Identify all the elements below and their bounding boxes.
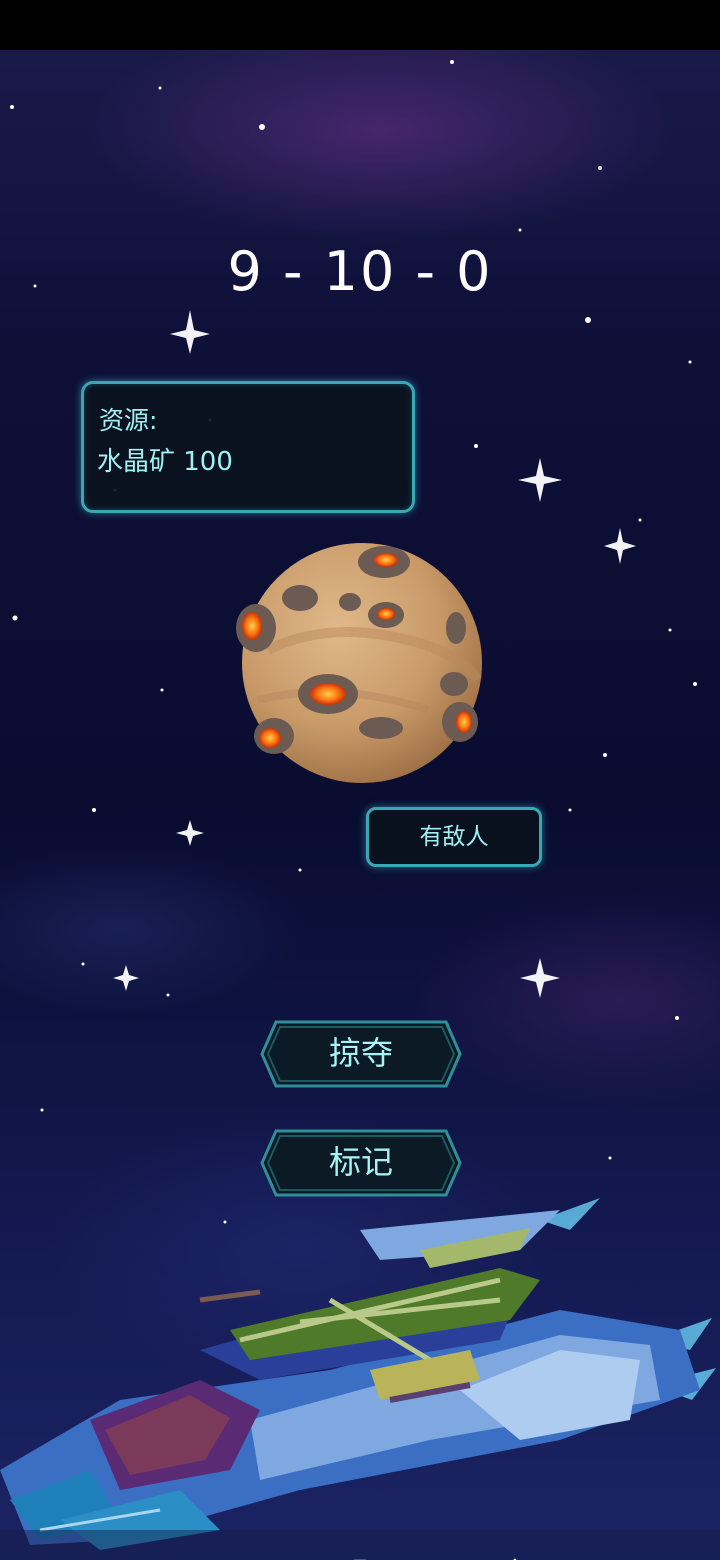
system-navigation-bar <box>0 1530 720 1560</box>
score-display: 9 - 10 - 0 <box>227 240 493 303</box>
home-icon[interactable] <box>340 1550 380 1560</box>
spaceship-icon <box>0 1198 716 1550</box>
cratered-planet-icon[interactable] <box>228 540 493 790</box>
resource-title: 资源: <box>99 406 158 435</box>
mark-label: 标记 <box>328 1143 393 1181</box>
mark-button[interactable]: 标记 <box>260 1129 462 1197</box>
enemy-status-badge: 有敌人 <box>366 807 542 867</box>
resource-panel: 资源: 水晶矿 100 <box>81 381 415 513</box>
back-icon[interactable] <box>491 1550 531 1560</box>
status-bar <box>0 0 720 50</box>
menu-icon[interactable] <box>191 1550 231 1560</box>
space-background: 9 - 10 - 0 资源: 水晶矿 100 有敌人 掠夺 标记 <box>0 50 720 1560</box>
resource-crystal-ore: 水晶矿 100 <box>97 447 233 477</box>
plunder-label: 掠夺 <box>328 1034 393 1072</box>
plunder-button[interactable]: 掠夺 <box>260 1020 462 1088</box>
